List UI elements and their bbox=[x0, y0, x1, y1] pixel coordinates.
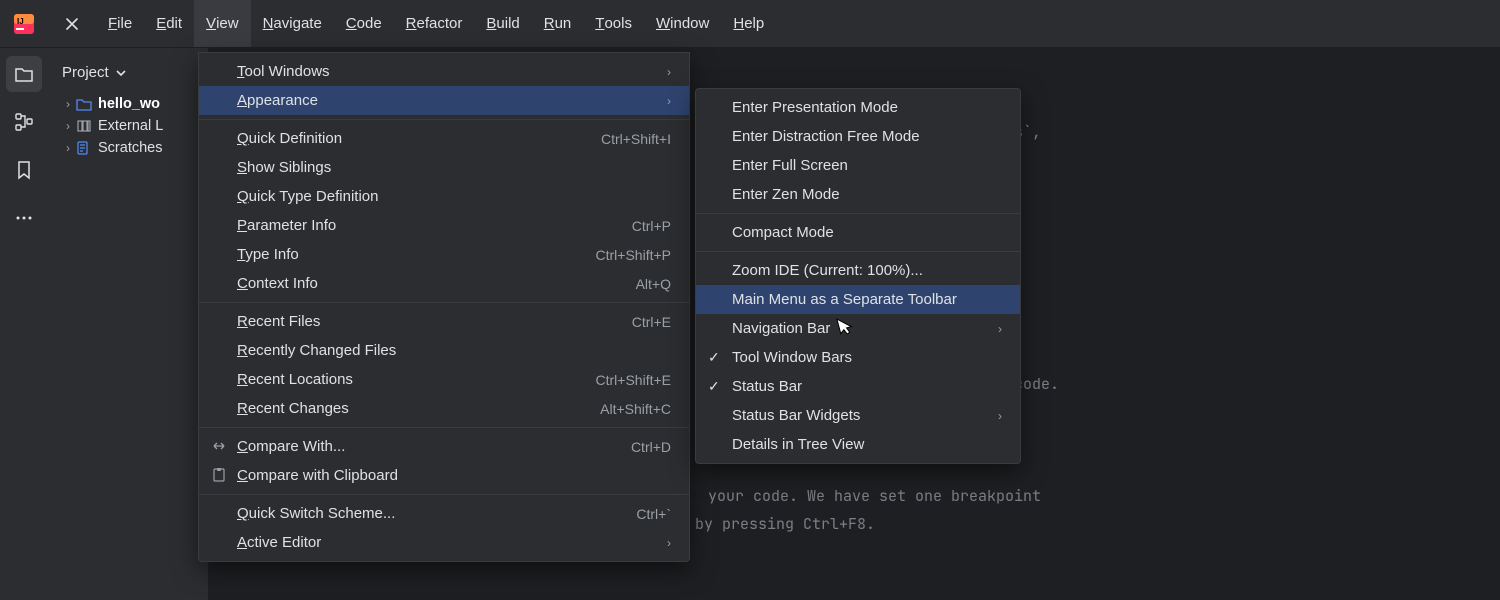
menu-code[interactable]: Code bbox=[334, 0, 394, 47]
check-icon: ✓ bbox=[708, 349, 720, 366]
menu-item-tool-windows[interactable]: Tool Windows› bbox=[199, 57, 689, 86]
menu-tools[interactable]: Tools bbox=[583, 0, 644, 47]
code-line: your code. We have set one breakpoint bbox=[708, 482, 1480, 510]
top-bar: IJ FileEditViewNavigateCodeRefactorBuild… bbox=[0, 0, 1500, 48]
tree-item[interactable]: ›Scratches bbox=[48, 137, 208, 159]
menu-item-quick-type-definition[interactable]: Quick Type Definition bbox=[199, 182, 689, 211]
menu-separator bbox=[199, 494, 689, 495]
submenu-item-status-bar[interactable]: ✓Status Bar bbox=[696, 372, 1020, 401]
menu-item-context-info[interactable]: Context InfoAlt+Q bbox=[199, 269, 689, 298]
close-icon[interactable] bbox=[48, 16, 96, 32]
submenu-item-status-bar-widgets[interactable]: Status Bar Widgets› bbox=[696, 401, 1020, 430]
more-tool-button[interactable] bbox=[6, 200, 42, 236]
submenu-item-enter-full-screen[interactable]: Enter Full Screen bbox=[696, 151, 1020, 180]
menu-file[interactable]: File bbox=[96, 0, 144, 47]
menu-item-recent-changes[interactable]: Recent ChangesAlt+Shift+C bbox=[199, 394, 689, 423]
check-icon: ✓ bbox=[708, 378, 720, 395]
appearance-submenu: Enter Presentation ModeEnter Distraction… bbox=[695, 88, 1021, 464]
shortcut-label: Ctrl+D bbox=[631, 439, 671, 455]
submenu-item-zoom-ide-current-[interactable]: Zoom IDE (Current: 100%)... bbox=[696, 256, 1020, 285]
chevron-down-icon bbox=[115, 67, 127, 79]
submenu-item-compact-mode[interactable]: Compact Mode bbox=[696, 218, 1020, 247]
menu-edit[interactable]: Edit bbox=[144, 0, 194, 47]
submenu-item-details-in-tree-view[interactable]: Details in Tree View bbox=[696, 430, 1020, 459]
project-tree: ›hello_wo›External L›Scratches bbox=[48, 93, 208, 159]
shortcut-label: Ctrl+E bbox=[632, 314, 671, 330]
menu-item-show-siblings[interactable]: Show Siblings bbox=[199, 153, 689, 182]
menu-item-active-editor[interactable]: Active Editor› bbox=[199, 528, 689, 557]
submenu-item-tool-window-bars[interactable]: ✓Tool Window Bars bbox=[696, 343, 1020, 372]
menu-item-quick-switch-scheme-[interactable]: Quick Switch Scheme...Ctrl+` bbox=[199, 499, 689, 528]
menu-item-parameter-info[interactable]: Parameter InfoCtrl+P bbox=[199, 211, 689, 240]
chevron-right-icon: › bbox=[66, 97, 70, 111]
chevron-right-icon: › bbox=[667, 94, 671, 108]
chevron-right-icon: › bbox=[66, 119, 70, 133]
menu-separator bbox=[199, 119, 689, 120]
project-panel: Project ›hello_wo›External L›Scratches bbox=[48, 48, 208, 600]
project-title: Project bbox=[62, 64, 109, 81]
menubar: FileEditViewNavigateCodeRefactorBuildRun… bbox=[96, 0, 776, 47]
submenu-item-enter-zen-mode[interactable]: Enter Zen Mode bbox=[696, 180, 1020, 209]
menu-separator bbox=[696, 251, 1020, 252]
compare-clipboard-icon bbox=[211, 467, 229, 485]
project-header[interactable]: Project bbox=[48, 56, 208, 93]
chevron-right-icon: › bbox=[998, 409, 1002, 423]
project-tool-button[interactable] bbox=[6, 56, 42, 92]
view-menu-dropdown: Tool Windows›Appearance› Quick Definition… bbox=[198, 52, 690, 562]
menu-separator bbox=[696, 213, 1020, 214]
menu-item-compare-with-clipboard[interactable]: Compare with Clipboard bbox=[199, 461, 689, 490]
submenu-item-navigation-bar[interactable]: Navigation Bar› bbox=[696, 314, 1020, 343]
app-icon: IJ bbox=[0, 0, 48, 48]
menu-item-appearance[interactable]: Appearance› bbox=[199, 86, 689, 115]
compare-icon bbox=[211, 438, 229, 456]
structure-tool-button[interactable] bbox=[6, 104, 42, 140]
menu-refactor[interactable]: Refactor bbox=[394, 0, 475, 47]
chevron-right-icon: › bbox=[667, 536, 671, 550]
menu-item-recently-changed-files[interactable]: Recently Changed Files bbox=[199, 336, 689, 365]
shortcut-label: Ctrl+` bbox=[636, 506, 671, 522]
menu-item-type-info[interactable]: Type InfoCtrl+Shift+P bbox=[199, 240, 689, 269]
shortcut-label: Alt+Q bbox=[636, 276, 671, 292]
chevron-right-icon: › bbox=[66, 141, 70, 155]
submenu-item-enter-presentation-mode[interactable]: Enter Presentation Mode bbox=[696, 93, 1020, 122]
shortcut-label: Alt+Shift+C bbox=[600, 401, 671, 417]
menu-run[interactable]: Run bbox=[532, 0, 584, 47]
left-rail bbox=[0, 48, 48, 600]
menu-help[interactable]: Help bbox=[721, 0, 776, 47]
menu-view[interactable]: View bbox=[194, 0, 251, 47]
bookmarks-tool-button[interactable] bbox=[6, 152, 42, 188]
shortcut-label: Ctrl+Shift+E bbox=[596, 372, 671, 388]
menu-navigate[interactable]: Navigate bbox=[251, 0, 334, 47]
menu-item-quick-definition[interactable]: Quick DefinitionCtrl+Shift+I bbox=[199, 124, 689, 153]
chevron-right-icon: › bbox=[998, 322, 1002, 336]
chevron-right-icon: › bbox=[667, 65, 671, 79]
submenu-item-enter-distraction-free-mode[interactable]: Enter Distraction Free Mode bbox=[696, 122, 1020, 151]
menu-item-recent-locations[interactable]: Recent LocationsCtrl+Shift+E bbox=[199, 365, 689, 394]
submenu-item-main-menu-as-a-separate-toolbar[interactable]: Main Menu as a Separate Toolbar bbox=[696, 285, 1020, 314]
shortcut-label: Ctrl+Shift+P bbox=[596, 247, 671, 263]
menu-window[interactable]: Window bbox=[644, 0, 721, 47]
menu-separator bbox=[199, 302, 689, 303]
menu-separator bbox=[199, 427, 689, 428]
shortcut-label: Ctrl+Shift+I bbox=[601, 131, 671, 147]
menu-item-compare-with-[interactable]: Compare With...Ctrl+D bbox=[199, 432, 689, 461]
menu-build[interactable]: Build bbox=[474, 0, 531, 47]
tree-item[interactable]: ›External L bbox=[48, 115, 208, 137]
svg-text:IJ: IJ bbox=[17, 17, 24, 26]
tree-item[interactable]: ›hello_wo bbox=[48, 93, 208, 115]
menu-item-recent-files[interactable]: Recent FilesCtrl+E bbox=[199, 307, 689, 336]
shortcut-label: Ctrl+P bbox=[632, 218, 671, 234]
